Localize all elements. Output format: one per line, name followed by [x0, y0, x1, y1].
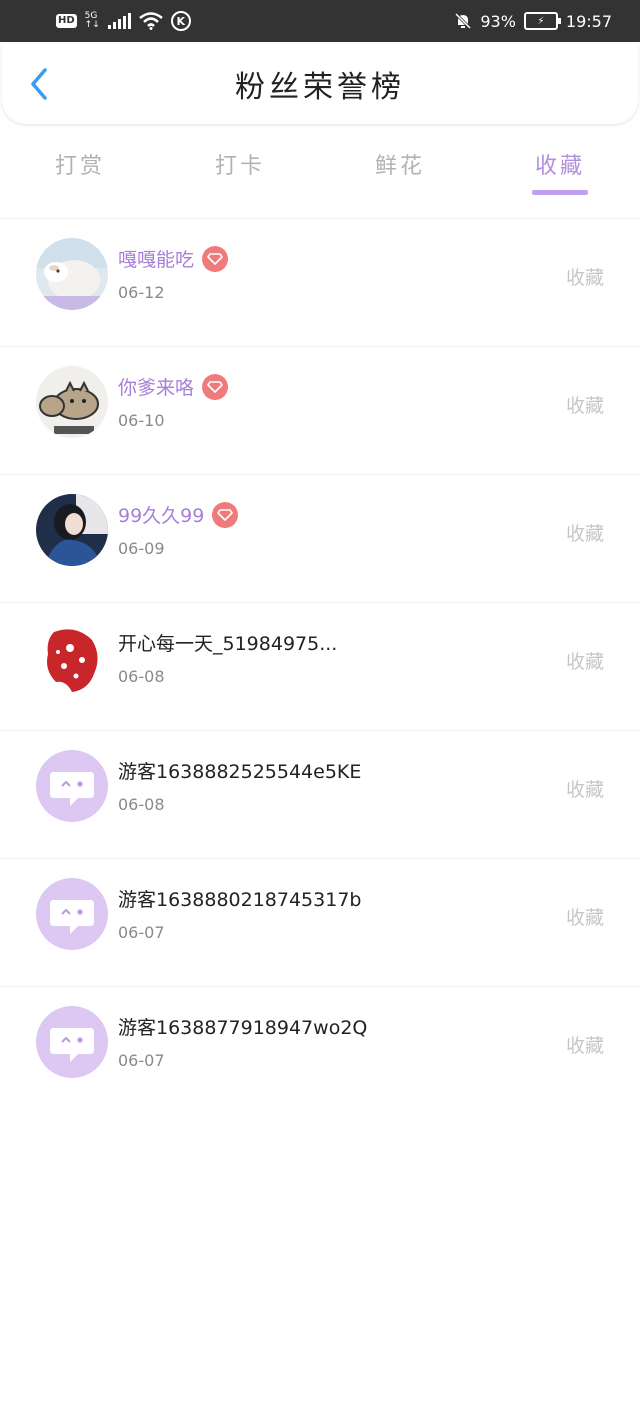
favorite-label: 收藏	[565, 907, 604, 929]
mute-bell-icon	[455, 12, 472, 30]
avatar[interactable]	[36, 238, 108, 310]
list-item[interactable]: 游客1638882525544e5KE 06-08 收藏	[0, 730, 640, 858]
user-name-text: 嘎嘎能吃	[118, 249, 195, 271]
page-title: 粉丝荣誉榜	[235, 70, 405, 105]
avatar[interactable]	[36, 622, 108, 694]
list-item[interactable]: 开心每一天_51984975... 06-08 收藏	[0, 602, 640, 730]
signal-icon	[107, 13, 131, 29]
list-item[interactable]: 你爹来咯 06-10 收藏	[0, 346, 640, 474]
tab-bar: 打赏 打卡 鲜花 收藏	[0, 140, 640, 200]
diamond-badge-icon	[202, 373, 229, 400]
fan-list: 嘎嘎能吃 06-12 收藏 你爹来咯 06-10 收藏 99久久99 06-09…	[0, 218, 640, 1114]
favorite-date: 06-08	[118, 667, 165, 686]
user-name: 你爹来咯	[118, 373, 229, 400]
favorite-label: 收藏	[565, 779, 604, 801]
battery-icon: ⚡	[523, 12, 561, 30]
tab-favorites[interactable]: 收藏	[480, 140, 640, 200]
network-icon: 5G ↑↓	[84, 11, 100, 30]
favorite-label: 收藏	[565, 395, 604, 417]
list-item[interactable]: 游客1638877918947wo2Q 06-07 收藏	[0, 986, 640, 1114]
default-avatar-icon[interactable]	[36, 1006, 108, 1078]
diamond-badge-icon	[212, 501, 239, 528]
favorite-label: 收藏	[565, 267, 604, 289]
tab-flowers[interactable]: 鲜花	[320, 140, 480, 200]
favorite-date: 06-07	[118, 923, 165, 942]
user-name-text: 99久久99	[118, 505, 205, 527]
status-right: 93% ⚡ 19:57	[454, 12, 612, 31]
avatar[interactable]	[36, 494, 108, 566]
user-name-text: 游客1638877918947wo2Q	[118, 1017, 368, 1039]
hd-icon: HD	[56, 14, 77, 28]
user-name: 游客1638882525544e5KE	[118, 757, 361, 784]
favorite-date: 06-09	[118, 539, 165, 558]
user-name-text: 开心每一天_51984975...	[118, 633, 338, 655]
default-avatar-icon[interactable]	[36, 878, 108, 950]
favorite-date: 06-07	[118, 1051, 165, 1070]
favorite-date: 06-08	[118, 795, 165, 814]
app-header: 粉丝荣誉榜	[2, 44, 638, 124]
user-name: 游客1638880218745317b	[118, 885, 361, 912]
status-bar: HD 5G ↑↓ K 93% ⚡ 19:57	[0, 0, 640, 42]
list-item[interactable]: 嘎嘎能吃 06-12 收藏	[0, 218, 640, 346]
favorite-label: 收藏	[565, 1035, 604, 1057]
favorite-label: 收藏	[565, 651, 604, 673]
user-name: 游客1638877918947wo2Q	[118, 1013, 367, 1040]
favorite-label: 收藏	[565, 523, 604, 545]
clock: 19:57	[565, 11, 612, 31]
tab-reward[interactable]: 打赏	[0, 140, 160, 200]
list-item[interactable]: 游客1638880218745317b 06-07 收藏	[0, 858, 640, 986]
list-item[interactable]: 99久久99 06-09 收藏	[0, 474, 640, 602]
user-name: 嘎嘎能吃	[118, 245, 229, 272]
k-app-icon: K	[170, 11, 191, 31]
diamond-badge-icon	[202, 245, 229, 272]
user-name-text: 你爹来咯	[118, 377, 195, 399]
user-name: 开心每一天_51984975...	[118, 629, 337, 656]
favorite-date: 06-12	[118, 283, 165, 302]
wifi-icon	[138, 12, 163, 30]
default-avatar-icon[interactable]	[36, 750, 108, 822]
favorite-date: 06-10	[118, 411, 165, 430]
user-name: 99久久99	[118, 501, 239, 528]
battery-percent: 93%	[480, 11, 516, 31]
user-name-text: 游客1638880218745317b	[118, 889, 362, 911]
back-button[interactable]	[24, 66, 54, 102]
user-name-text: 游客1638882525544e5KE	[118, 761, 362, 783]
tab-checkin[interactable]: 打卡	[160, 140, 320, 200]
status-left: HD 5G ↑↓ K	[56, 11, 191, 31]
chevron-left-icon	[31, 68, 47, 100]
avatar[interactable]	[36, 366, 108, 438]
